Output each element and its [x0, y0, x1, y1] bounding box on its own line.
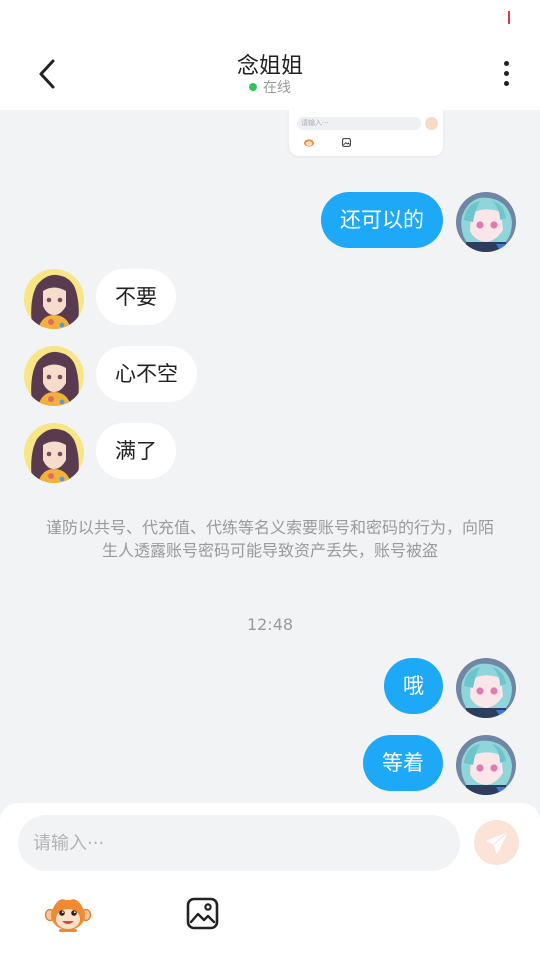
more-button[interactable] — [496, 58, 516, 90]
contact-name: 念姐姐 — [236, 54, 303, 79]
contact-avatar[interactable] — [24, 423, 84, 483]
message-bubble-outgoing[interactable]: 等着 — [363, 735, 443, 791]
screenshot-send-icon — [425, 117, 438, 130]
online-dot — [249, 83, 257, 91]
monkey-mascot-icon — [44, 899, 92, 932]
message-composer — [0, 803, 540, 960]
screenshot-input-placeholder: 请输入··· — [301, 119, 329, 127]
avatar-image — [456, 658, 516, 718]
message-list[interactable]: 请输入··· 还可以的 不要 心不空 满了 谨防以共号、代充值、代练等名义索要账… — [0, 110, 540, 803]
online-status: 在线 — [0, 77, 540, 97]
message-input-box[interactable] — [18, 815, 460, 871]
avatar-image — [24, 346, 84, 406]
more-vertical-icon — [504, 61, 509, 66]
emoji-button[interactable] — [44, 894, 92, 932]
message-bubble-incoming[interactable]: 心不空 — [96, 346, 197, 402]
image-button[interactable] — [186, 897, 219, 930]
screenshot-mascot-icon — [304, 139, 314, 147]
screenshot-input-preview: 请输入··· — [297, 117, 421, 130]
chat-header: 念姐姐 在线 — [0, 36, 540, 110]
avatar-image — [24, 423, 84, 483]
image-icon — [186, 897, 219, 930]
status-indicator — [508, 11, 510, 24]
security-notice: 谨防以共号、代充值、代练等名义索要账号和密码的行为，向陌生人透露账号密码可能导致… — [45, 518, 494, 560]
message-bubble-outgoing[interactable]: 哦 — [384, 658, 443, 714]
screenshot-image-icon — [342, 138, 351, 147]
message-bubble-incoming[interactable]: 满了 — [96, 423, 176, 479]
send-button[interactable] — [474, 820, 519, 865]
online-status-label: 在线 — [263, 80, 291, 96]
my-avatar[interactable] — [456, 192, 516, 252]
paper-plane-icon — [486, 832, 508, 854]
screenshot-message[interactable]: 请输入··· — [289, 110, 443, 156]
avatar-image — [456, 192, 516, 252]
message-bubble-incoming[interactable]: 不要 — [96, 269, 176, 325]
avatar-image — [456, 735, 516, 795]
my-avatar[interactable] — [456, 735, 516, 795]
message-input[interactable] — [18, 815, 433, 871]
status-bar — [0, 0, 540, 36]
avatar-image — [24, 269, 84, 329]
my-avatar[interactable] — [456, 658, 516, 718]
contact-avatar[interactable] — [24, 346, 84, 406]
message-timestamp: 12:48 — [246, 615, 294, 634]
message-bubble-outgoing[interactable]: 还可以的 — [321, 192, 443, 248]
contact-avatar[interactable] — [24, 269, 84, 329]
